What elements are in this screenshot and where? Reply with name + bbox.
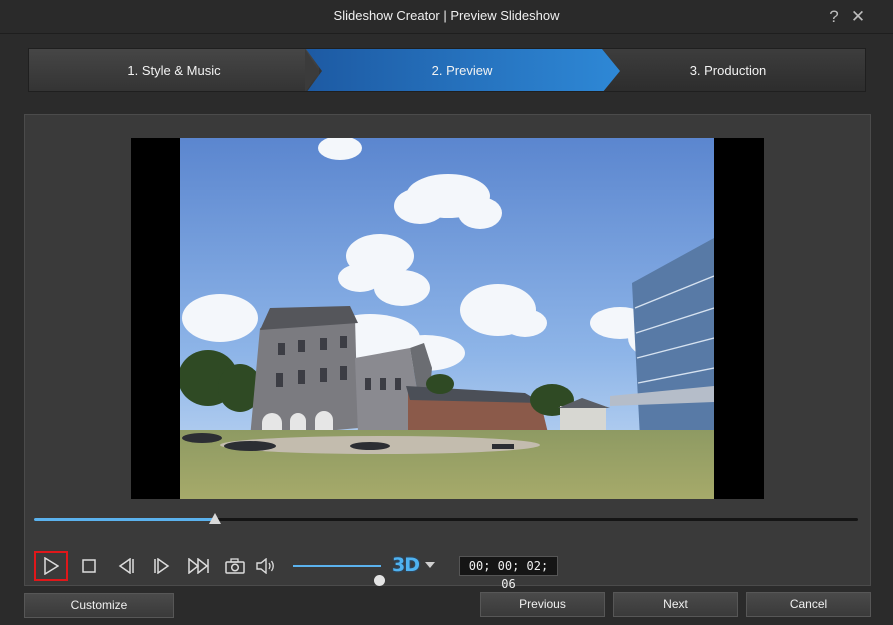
stop-icon: [82, 559, 96, 573]
title-bar: Slideshow Creator | Preview Slideshow ? …: [0, 0, 893, 34]
play-button[interactable]: [34, 551, 68, 581]
camera-icon: [225, 558, 245, 574]
video-viewport: [131, 138, 764, 499]
next-button[interactable]: Next: [613, 592, 738, 617]
next-frame-icon: [153, 558, 171, 574]
step-label: 3. Production: [689, 63, 767, 78]
volume-slider[interactable]: [293, 565, 386, 586]
speaker-icon: [256, 558, 276, 574]
fast-forward-icon: [188, 558, 210, 574]
playback-controls: 3D 00; 00; 02; 06: [25, 550, 870, 591]
step-label: 2. Preview: [431, 63, 493, 78]
close-icon[interactable]: ✕: [848, 7, 868, 27]
step-style-music[interactable]: 1. Style & Music: [29, 49, 319, 91]
snapshot-button[interactable]: [221, 552, 249, 580]
3d-mode-button[interactable]: 3D: [392, 554, 420, 576]
timecode-display: 00; 00; 02; 06: [459, 556, 558, 591]
seek-progress: [34, 518, 216, 521]
preview-photo: [180, 138, 714, 499]
preview-panel: 3D 00; 00; 02; 06: [24, 114, 871, 591]
step-preview[interactable]: 2. Preview: [322, 49, 602, 91]
previous-frame-button[interactable]: [112, 552, 140, 580]
stop-button[interactable]: [75, 552, 103, 580]
cancel-button[interactable]: Cancel: [746, 592, 871, 617]
window-title: Slideshow Creator | Preview Slideshow: [333, 8, 560, 23]
help-icon[interactable]: ?: [824, 7, 844, 27]
volume-handle[interactable]: [374, 575, 386, 586]
customize-button[interactable]: Customize: [24, 593, 174, 618]
step-production[interactable]: 3. Production: [589, 49, 865, 91]
next-frame-button[interactable]: [148, 552, 176, 580]
wizard-steps: 1. Style & Music 2. Preview 3. Productio…: [28, 48, 866, 92]
3d-dropdown-icon[interactable]: [425, 562, 435, 568]
step-label: 1. Style & Music: [127, 63, 221, 78]
play-icon: [43, 557, 59, 575]
fast-forward-button[interactable]: [185, 552, 213, 580]
previous-frame-icon: [117, 558, 135, 574]
seek-handle[interactable]: [209, 513, 222, 524]
previous-button[interactable]: Previous: [480, 592, 605, 617]
volume-button[interactable]: [252, 552, 280, 580]
seek-bar[interactable]: [34, 513, 858, 524]
